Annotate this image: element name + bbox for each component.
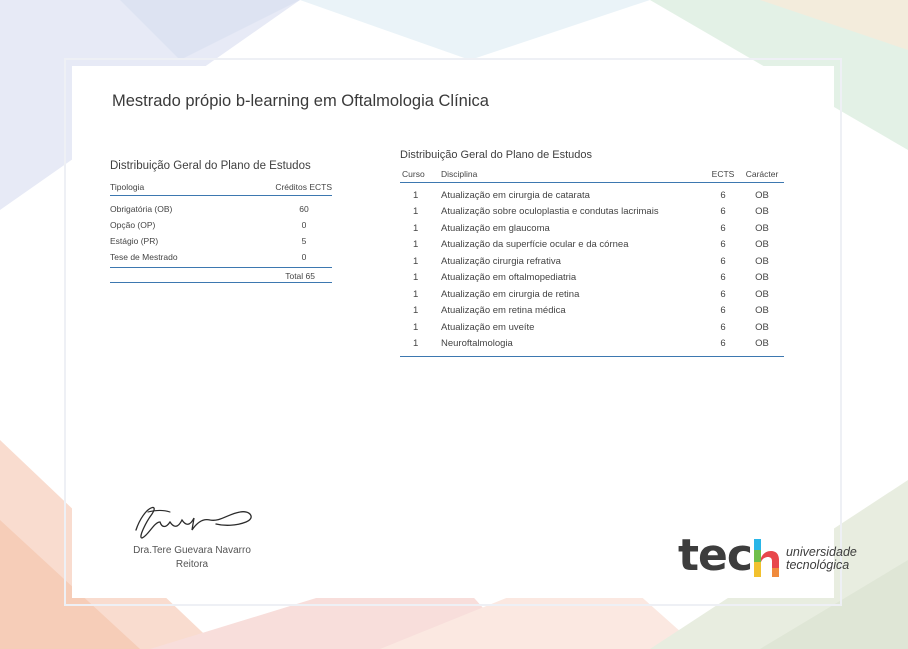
- row-subject: Atualização em uveíte: [441, 321, 535, 333]
- summary-row-credits: 5: [301, 236, 307, 246]
- summary-row: Estágio (PR) 5: [110, 233, 332, 249]
- row-course: 1: [413, 321, 419, 333]
- signatory-name: Dra.Tere Guevara Navarro: [133, 545, 251, 556]
- table-row: 1 Atualização em cirurgia de catarata 6 …: [400, 187, 784, 204]
- row-course: 1: [413, 305, 419, 317]
- row-ects: 6: [720, 305, 726, 317]
- header-course: Curso: [402, 169, 425, 179]
- summary-row-credits: 60: [299, 204, 309, 214]
- row-ects: 6: [720, 206, 726, 218]
- summary-row-type: Tese de Mestrado: [110, 252, 178, 262]
- table-row: 1 Atualização em cirurgia de retina 6 OB: [400, 286, 784, 303]
- row-ects: 6: [720, 255, 726, 267]
- row-subject: Neuroftalmologia: [441, 338, 513, 350]
- summary-row: Tese de Mestrado 0: [110, 249, 332, 265]
- document-title: Mestrado própio b-learning em Oftalmolog…: [112, 92, 489, 110]
- row-ects: 6: [720, 222, 726, 234]
- curriculum-title: Distribuição Geral do Plano de Estudos: [400, 149, 592, 161]
- row-type: OB: [755, 338, 769, 350]
- summary-row-type: Opção (OP): [110, 220, 156, 230]
- row-subject: Atualização da superfície ocular e da có…: [441, 239, 629, 251]
- row-subject: Atualização em oftalmopediatria: [441, 272, 577, 284]
- summary-header-type: Tipologia: [110, 182, 145, 192]
- summary-header: Tipologia Créditos ECTS: [110, 182, 332, 196]
- header-ects: ECTS: [711, 169, 735, 179]
- row-ects: 6: [720, 338, 726, 350]
- row-course: 1: [413, 338, 419, 350]
- summary-table: Distribuição Geral do Plano de Estudos T…: [110, 160, 332, 283]
- row-course: 1: [413, 272, 419, 284]
- row-course: 1: [413, 222, 419, 234]
- header-subject: Disciplina: [441, 169, 478, 179]
- row-ects: 6: [720, 272, 726, 284]
- summary-row: Opção (OP) 0: [110, 217, 332, 233]
- row-type: OB: [755, 305, 769, 317]
- row-course: 1: [413, 239, 419, 251]
- table-row: 1 Atualização sobre oculoplastia e condu…: [400, 204, 784, 221]
- table-row: 1 Atualização em uveíte 6 OB: [400, 319, 784, 336]
- logo-h-icon: [753, 539, 779, 577]
- row-ects: 6: [720, 321, 726, 333]
- row-subject: Atualização em retina médica: [441, 305, 566, 317]
- row-type: OB: [755, 272, 769, 284]
- row-type: OB: [755, 321, 769, 333]
- table-row: 1 Atualização em glaucoma 6 OB: [400, 220, 784, 237]
- table-row: 1 Atualização em retina médica 6 OB: [400, 303, 784, 320]
- logo-wordmark: tec: [678, 530, 753, 581]
- row-ects: 6: [720, 239, 726, 251]
- table-row: 1 Atualização em oftalmopediatria 6 OB: [400, 270, 784, 287]
- logo-subtitle: universidade tecnológica: [786, 546, 857, 572]
- row-type: OB: [755, 239, 769, 251]
- summary-row: Obrigatória (OB) 60: [110, 201, 332, 217]
- summary-row-type: Estágio (PR): [110, 236, 159, 246]
- curriculum-header: Curso Disciplina ECTS Carácter: [400, 169, 784, 183]
- row-type: OB: [755, 206, 769, 218]
- row-subject: Atualização sobre oculoplastia e conduta…: [441, 206, 659, 218]
- row-course: 1: [413, 288, 419, 300]
- signatory-role: Reitora: [175, 559, 209, 570]
- summary-row-type: Obrigatória (OB): [110, 204, 173, 214]
- summary-title: Distribuição Geral do Plano de Estudos: [110, 160, 311, 172]
- row-subject: Atualização em cirurgia de catarata: [441, 189, 590, 201]
- row-ects: 6: [720, 189, 726, 201]
- row-subject: Atualização em glaucoma: [441, 222, 550, 234]
- row-type: OB: [755, 222, 769, 234]
- summary-header-credits: Créditos ECTS: [275, 182, 332, 192]
- row-ects: 6: [720, 288, 726, 300]
- table-row: 1 Atualização cirurgia refrativa 6 OB: [400, 253, 784, 270]
- row-type: OB: [755, 288, 769, 300]
- row-course: 1: [413, 189, 419, 201]
- row-type: OB: [755, 189, 769, 201]
- signature-image: [135, 506, 252, 539]
- row-subject: Atualização cirurgia refrativa: [441, 255, 561, 267]
- table-row: 1 Atualização da superfície ocular e da …: [400, 237, 784, 254]
- row-subject: Atualização em cirurgia de retina: [441, 288, 580, 300]
- logo-subtitle-line2: tecnológica: [785, 558, 850, 572]
- summary-row-credits: 0: [301, 252, 307, 262]
- curriculum-rows: 1 Atualização em cirurgia de catarata 6 …: [400, 183, 784, 357]
- summary-row-credits: 0: [301, 220, 307, 230]
- tech-logo: tec universidade tecnológica: [678, 530, 857, 578]
- table-row: 1 Neuroftalmologia 6 OB: [400, 336, 784, 353]
- curriculum-table: Distribuição Geral do Plano de Estudos C…: [400, 149, 784, 357]
- row-course: 1: [413, 255, 419, 267]
- header-type: Carácter: [745, 169, 779, 179]
- row-type: OB: [755, 255, 769, 267]
- row-course: 1: [413, 206, 419, 218]
- summary-total: Total 65: [110, 267, 332, 283]
